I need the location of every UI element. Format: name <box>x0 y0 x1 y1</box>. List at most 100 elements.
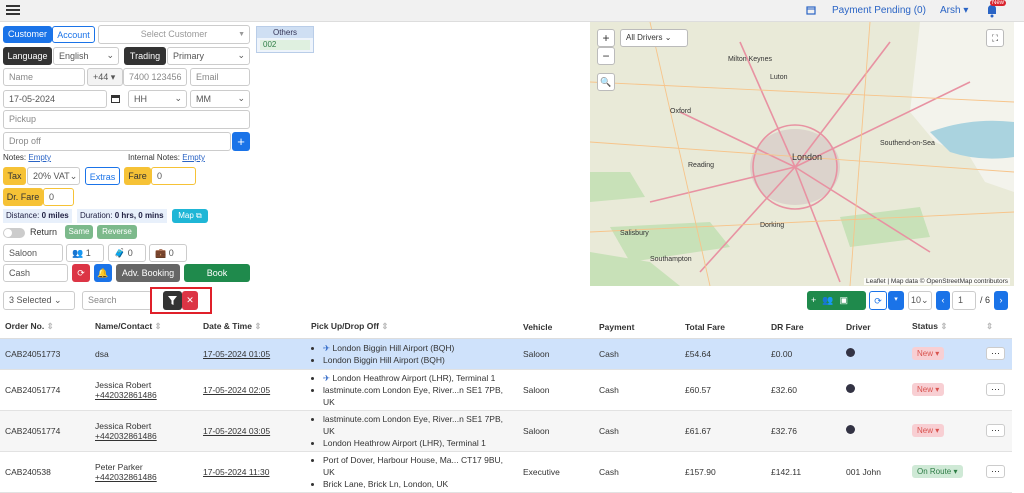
driver[interactable] <box>841 410 907 452</box>
internal-notes-link[interactable]: Empty <box>182 153 205 162</box>
name-input[interactable]: Name <box>3 68 85 86</box>
phone-code: +44 <box>93 72 109 82</box>
prev-page-button[interactable]: ‹ <box>936 291 950 310</box>
reverse-button[interactable]: Reverse <box>97 225 137 239</box>
calendar-icon[interactable] <box>111 94 120 103</box>
extras-button[interactable]: Extras <box>85 167 120 185</box>
distance-info: Distance: 0 miles <box>3 209 72 223</box>
col-payment[interactable]: Payment <box>594 316 680 339</box>
phone-code-select[interactable]: +44 ▾ <box>87 68 123 86</box>
book-button[interactable]: Book <box>184 264 250 282</box>
passengers-input[interactable]: 👥 1 <box>66 244 104 262</box>
luggage-input[interactable]: 🧳 0 <box>108 244 146 262</box>
adv-booking-button[interactable]: Adv. Booking <box>116 264 180 282</box>
user-menu[interactable]: Arsh ▾ <box>940 5 968 16</box>
fare-input[interactable]: 0 <box>151 167 196 185</box>
map-place-label: Oxford <box>670 108 692 115</box>
pickup-input[interactable]: Pickup <box>3 110 250 129</box>
selected-columns-select[interactable]: 3 Selected ⌄ <box>3 291 75 310</box>
drivers-select[interactable]: All Drivers ⌄ <box>620 29 688 47</box>
menu-icon[interactable] <box>6 3 20 17</box>
contact-phone[interactable]: +442032861486 <box>95 431 193 441</box>
col-order-label: Order No. <box>5 321 45 332</box>
add-stop-button[interactable]: + <box>232 132 250 151</box>
status-badge[interactable]: New ▾ <box>912 424 945 437</box>
hand-luggage-input[interactable]: 💼 0 <box>149 244 187 262</box>
payment-select[interactable]: Cash <box>3 264 68 282</box>
notify-button[interactable]: 🔔 <box>94 264 112 282</box>
internal-notes-label: Internal Notes: <box>128 153 181 162</box>
vehicle-select[interactable]: Saloon <box>3 244 63 262</box>
driver[interactable]: 001 John <box>841 451 907 493</box>
status-label: New <box>917 426 934 435</box>
table-row[interactable]: CAB240538 Peter Parker +442032861486 17-0… <box>0 451 1012 493</box>
contact: dsa <box>90 338 198 370</box>
status-badge[interactable]: New ▾ <box>912 347 945 360</box>
contact-phone[interactable]: +442032861486 <box>95 472 193 482</box>
pickup-address: lastminute.com London Eye, River...n SE1… <box>323 413 513 437</box>
trading-select[interactable]: Primary ⌄ <box>167 47 250 65</box>
driver[interactable] <box>841 338 907 370</box>
map-search-button[interactable]: 🔍 <box>597 73 615 91</box>
col-total-fare[interactable]: Total Fare <box>680 316 766 339</box>
more-icon[interactable]: ⋯ <box>986 383 1005 396</box>
table-row[interactable]: CAB24051774 Jessica Robert +442032861486 … <box>0 410 1012 452</box>
select-customer[interactable]: Select Customer ▼ <box>98 25 250 44</box>
dropoff-input[interactable]: Drop off <box>3 132 231 151</box>
date-input[interactable]: 17-05-2024 <box>3 90 107 108</box>
return-toggle[interactable] <box>3 228 25 238</box>
col-status-label: Status <box>912 321 938 332</box>
others-value[interactable]: 002 <box>260 40 310 50</box>
contact-phone[interactable]: +442032861486 <box>95 390 193 400</box>
status-badge[interactable]: New ▾ <box>912 383 945 396</box>
zoom-out-button[interactable]: − <box>597 47 615 65</box>
phone-input[interactable]: 7400 123456 <box>123 68 187 86</box>
minute-select[interactable]: MM ⌄ <box>190 90 250 108</box>
table-header-row: Order No. ⇕ Name/Contact ⇕ Date & Time ⇕… <box>0 316 1012 339</box>
zoom-in-button[interactable]: + <box>597 29 615 47</box>
map[interactable]: London Oxford Milton Keynes Southend-on-… <box>590 22 1014 286</box>
refresh-button[interactable]: ⟳ <box>72 264 90 282</box>
col-datetime[interactable]: Date & Time ⇕ <box>198 316 306 339</box>
table-row[interactable]: CAB24051774 Jessica Robert +442032861486 … <box>0 369 1012 411</box>
notes-link[interactable]: Empty <box>28 153 51 162</box>
map-button[interactable]: Map ⧉ <box>172 209 208 223</box>
col-route[interactable]: Pick Up/Drop Off ⇕ <box>306 316 518 339</box>
hour-select[interactable]: HH ⌄ <box>128 90 187 108</box>
per-page-select[interactable]: 10⌄ <box>908 291 932 310</box>
refresh-icon: ⟳ <box>77 268 85 278</box>
col-order[interactable]: Order No. ⇕ <box>0 316 90 339</box>
col-vehicle[interactable]: Vehicle <box>518 316 594 339</box>
tab-account[interactable]: Account <box>52 26 95 43</box>
more-icon[interactable]: ⋯ <box>986 424 1005 437</box>
search-input[interactable]: Search <box>82 291 152 310</box>
tax-select[interactable]: 20% VAT⌄ <box>27 167 80 185</box>
dropoff-address: Brick Lane, Brick Ln, London, UK <box>323 478 513 490</box>
dr-fare-input[interactable]: 0 <box>43 188 74 206</box>
clear-filter-button[interactable]: ✕ <box>182 291 198 310</box>
table-row[interactable]: CAB24051773 dsa 17-05-2024 01:05 ✈ Londo… <box>0 338 1012 370</box>
sort-icon: ⇕ <box>154 321 162 332</box>
col-dr-fare[interactable]: DR Fare <box>766 316 841 339</box>
same-button[interactable]: Same <box>65 225 93 239</box>
page-input[interactable]: 1 <box>952 291 976 310</box>
email-input[interactable]: Email <box>190 68 250 86</box>
language-select[interactable]: English ⌄ <box>53 47 119 65</box>
datetime-link[interactable]: 17-05-2024 01:05 <box>203 349 270 359</box>
add-actions-group[interactable]: +👥▣ <box>807 291 866 310</box>
more-icon[interactable]: ⋯ <box>986 347 1005 360</box>
datetime-link[interactable]: 17-05-2024 02:05 <box>203 385 270 395</box>
driver[interactable] <box>841 369 907 411</box>
fullscreen-button[interactable]: ⛶ <box>986 29 1004 47</box>
col-status[interactable]: Status ⇕ <box>907 316 981 339</box>
tab-customer[interactable]: Customer <box>3 26 52 43</box>
col-name[interactable]: Name/Contact ⇕ <box>90 316 198 339</box>
payment-pending-link[interactable]: Payment Pending (0) <box>832 5 926 16</box>
col-driver[interactable]: Driver <box>841 316 907 339</box>
filter-button[interactable] <box>163 291 182 310</box>
next-page-button[interactable]: › <box>994 291 1008 310</box>
datetime-link[interactable]: 17-05-2024 03:05 <box>203 426 270 436</box>
datetime-link[interactable]: 17-05-2024 11:30 <box>203 467 269 477</box>
auto-refresh-dropdown[interactable]: ▾ <box>888 291 904 310</box>
refresh-list-button[interactable]: ⟳ <box>869 291 887 310</box>
